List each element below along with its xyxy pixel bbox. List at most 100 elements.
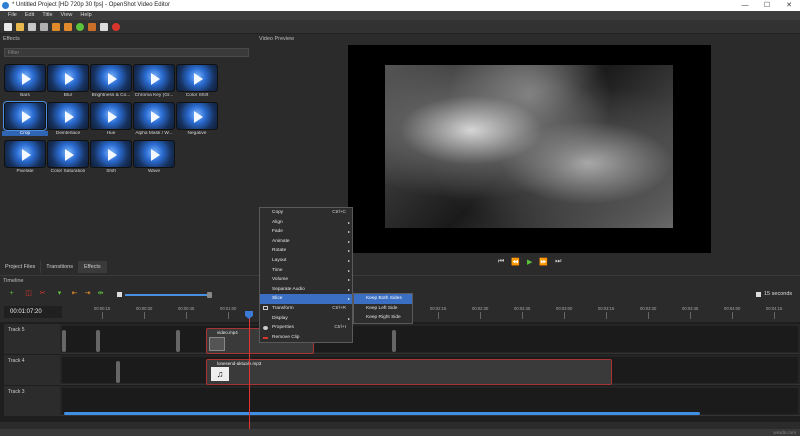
menu-keep-left-side[interactable]: Keep Left Side	[354, 304, 412, 314]
next-marker-icon[interactable]: ⇥	[84, 290, 91, 297]
choose-profile-icon[interactable]	[88, 22, 96, 31]
watermark: wsxdn.com	[773, 430, 796, 435]
menu-keep-right-side[interactable]: Keep Right Side	[354, 313, 412, 323]
jump-end-button[interactable]: ⏭	[555, 258, 561, 266]
new-project-icon[interactable]	[4, 22, 12, 31]
play-button[interactable]: ▶	[527, 258, 532, 266]
redo-icon[interactable]	[64, 22, 72, 31]
clip-filename: video.mp4	[217, 330, 238, 335]
menu-file[interactable]: File	[4, 11, 21, 20]
menu-fade[interactable]: Fade ▸	[260, 227, 352, 237]
transition-marker[interactable]	[96, 330, 100, 352]
menu-title[interactable]: Title	[38, 11, 56, 20]
tab-transitions[interactable]: Transitions	[41, 261, 79, 273]
video-frame-image	[385, 65, 673, 228]
minimize-button[interactable]: —	[734, 0, 756, 11]
transition-marker[interactable]	[392, 330, 396, 352]
audio-clip[interactable]: lonesend-aktuale.mp3 ♫	[206, 359, 612, 385]
menu-edit[interactable]: Edit	[21, 11, 38, 20]
zoom-scale-checkbox[interactable]	[756, 291, 761, 297]
menu-rotate[interactable]: Rotate ▸	[260, 246, 352, 256]
ruler-tick: 00:02:45	[514, 306, 531, 319]
menu-help[interactable]: Help	[76, 11, 95, 20]
track-body[interactable]: lonesend-aktuale.mp3 ♫	[62, 357, 798, 385]
effect-color-shift[interactable]: Color Shift	[176, 64, 218, 102]
menu-keep-both-sides[interactable]: Keep Both Sides	[354, 294, 412, 304]
razor-icon[interactable]: ✂	[39, 290, 46, 297]
ruler-tick: 00:02:15	[430, 306, 447, 319]
timeline-ruler[interactable]: 00:00:15 00:00:30 00:00:45 00:01:00 00:0…	[62, 302, 800, 322]
status-bar	[0, 429, 800, 436]
fullscreen-icon[interactable]	[100, 22, 108, 31]
effect-brightness[interactable]: Brightness & Co...	[90, 64, 132, 102]
effect-blur[interactable]: Blur	[47, 64, 89, 102]
effect-hue[interactable]: Hue	[90, 102, 132, 140]
undo-icon[interactable]	[52, 22, 60, 31]
track-body[interactable]: video.mp4	[62, 326, 798, 354]
window-title: * Untitled Project [HD 720p 30 fps] - Op…	[12, 2, 170, 8]
transition-marker[interactable]	[62, 330, 66, 352]
effect-alpha-mask[interactable]: Alpha Mask / W...	[133, 102, 175, 140]
menu-display[interactable]: Display ▸	[260, 314, 352, 324]
add-track-icon[interactable]: +	[8, 290, 15, 297]
add-marker-icon[interactable]: ▾	[56, 290, 63, 297]
menu-copy[interactable]: Copy Ctrl+C	[260, 208, 352, 218]
track-label: Track 3	[4, 386, 60, 416]
music-note-icon: ♫	[211, 367, 229, 381]
menu-remove-clip[interactable]: Remove Clip	[260, 333, 352, 343]
open-project-icon[interactable]	[16, 22, 24, 31]
menu-slice[interactable]: Slice ▸	[260, 294, 352, 304]
close-button[interactable]: ✕	[778, 0, 800, 11]
zoom-scale: 15 seconds	[756, 291, 792, 297]
playhead-line[interactable]	[249, 315, 250, 430]
effects-filter-input[interactable]: Filter	[4, 48, 249, 57]
ruler-tick: 00:00:45	[178, 306, 195, 319]
effect-chroma-key[interactable]: Chroma Key (Gr...	[133, 64, 175, 102]
menu-animate[interactable]: Animate ▸	[260, 237, 352, 247]
tab-effects[interactable]: Effects	[78, 261, 107, 273]
menu-view[interactable]: View	[57, 11, 77, 20]
fast-forward-button[interactable]: ⏩	[539, 258, 548, 266]
effect-wave[interactable]: Wave	[133, 140, 175, 178]
effect-crop[interactable]: Crop	[2, 101, 48, 140]
zoom-slider[interactable]	[125, 292, 212, 298]
zoom-checkbox[interactable]	[117, 292, 122, 297]
import-files-icon[interactable]	[76, 22, 84, 31]
submenu-arrow-icon: ▸	[347, 238, 350, 244]
effect-bars[interactable]: Bars	[4, 64, 46, 102]
save-as-icon[interactable]	[40, 22, 48, 31]
track-5[interactable]: Track 5 video.mp4	[4, 324, 800, 354]
track-4[interactable]: Track 4 lonesend-aktuale.mp3 ♫	[4, 355, 800, 385]
center-playhead-icon[interactable]: ⇹	[97, 290, 104, 297]
menu-properties[interactable]: Properties Ctrl+I	[260, 323, 352, 333]
transition-marker[interactable]	[116, 361, 120, 383]
menu-separate-audio[interactable]: Separate Audio ▸	[260, 285, 352, 295]
rewind-button[interactable]: ⏪	[511, 258, 520, 266]
effect-thumbnail-icon	[133, 102, 175, 130]
timeline-scrollbar[interactable]	[64, 412, 700, 415]
menu-time[interactable]: Time ▸	[260, 266, 352, 276]
track-body[interactable]	[62, 388, 798, 414]
maximize-button[interactable]: ☐	[756, 0, 778, 11]
effect-thumbnail-icon	[90, 140, 132, 168]
effect-thumbnail-icon	[47, 140, 89, 168]
jump-start-button[interactable]: ⏮	[498, 258, 504, 266]
effect-shift[interactable]: Shift	[90, 140, 132, 178]
menu-layout[interactable]: Layout ▸	[260, 256, 352, 266]
effect-deinterlace[interactable]: Deinterlace	[47, 102, 89, 140]
film-thumbnail-icon	[209, 337, 225, 351]
menu-align[interactable]: Align ▸	[260, 218, 352, 228]
transition-marker[interactable]	[176, 330, 180, 352]
previous-marker-icon[interactable]: ⇤	[71, 290, 78, 297]
effect-pixelate[interactable]: Pixelate	[4, 140, 46, 178]
submenu-arrow-icon: ▸	[347, 219, 350, 225]
effect-color-saturation[interactable]: Color Saturation	[47, 140, 89, 178]
export-video-icon[interactable]	[112, 22, 120, 31]
save-project-icon[interactable]	[28, 22, 36, 31]
snapping-icon[interactable]: ◫	[25, 290, 32, 297]
menu-transform[interactable]: Transform Ctrl+R	[260, 304, 352, 314]
ruler-tick: 00:03:30	[640, 306, 657, 319]
menu-volume[interactable]: Volume ▸	[260, 275, 352, 285]
tab-project-files[interactable]: Project Files	[0, 261, 42, 273]
effect-negative[interactable]: Negative	[176, 102, 218, 140]
